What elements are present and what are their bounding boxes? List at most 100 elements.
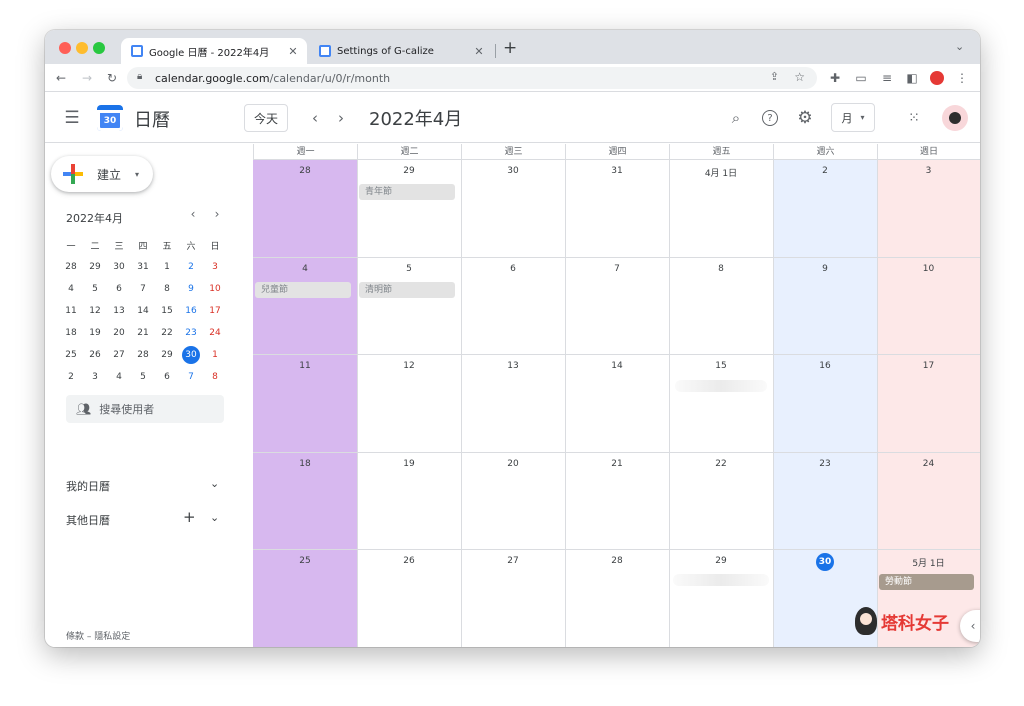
- address-bar[interactable]: 🔒︎ calendar.google.com/calendar/u/0/r/mo…: [127, 67, 817, 89]
- today-button[interactable]: 今天: [244, 104, 288, 132]
- mini-calendar-day[interactable]: 27: [107, 344, 131, 366]
- day-number[interactable]: 8: [669, 264, 773, 274]
- tab-settings-g-calize[interactable]: Settings of G-calize ✕: [309, 38, 493, 64]
- mini-calendar-day[interactable]: 30: [179, 344, 203, 366]
- mini-calendar-day[interactable]: 18: [59, 322, 83, 344]
- day-number[interactable]: 29: [669, 556, 773, 566]
- blurred-event[interactable]: [675, 380, 767, 392]
- day-number[interactable]: 2: [773, 166, 877, 176]
- mini-next-month-icon[interactable]: ›: [209, 207, 225, 221]
- day-number[interactable]: 28: [565, 556, 669, 566]
- day-number[interactable]: 27: [461, 556, 565, 566]
- mini-calendar-day[interactable]: 29: [155, 344, 179, 366]
- my-calendars-chevron-icon[interactable]: ⌄: [210, 477, 219, 490]
- next-month-chevron-icon[interactable]: ›: [330, 107, 352, 129]
- previous-month-chevron-icon[interactable]: ‹: [304, 107, 326, 129]
- mini-calendar-day[interactable]: 22: [155, 322, 179, 344]
- mini-calendar-day[interactable]: 11: [59, 300, 83, 322]
- mini-calendar-day[interactable]: 14: [131, 300, 155, 322]
- tab-google-calendar[interactable]: Google 日曆 - 2022年4月 ✕: [121, 38, 307, 64]
- mini-calendar-day[interactable]: 1: [203, 344, 227, 366]
- day-number[interactable]: 5月 1日: [877, 556, 980, 569]
- day-number[interactable]: 3: [877, 166, 980, 176]
- mini-calendar-day[interactable]: 9: [179, 278, 203, 300]
- search-users-field[interactable]: 👥︎ 搜尋使用者: [66, 395, 224, 423]
- mini-calendar-day[interactable]: 2: [59, 366, 83, 388]
- other-calendars-header[interactable]: 其他日曆: [66, 512, 110, 528]
- add-calendar-plus-icon[interactable]: +: [183, 508, 196, 526]
- other-calendars-chevron-icon[interactable]: ⌄: [210, 511, 219, 524]
- mini-calendar-day[interactable]: 26: [83, 344, 107, 366]
- mini-calendar-day[interactable]: 10: [203, 278, 227, 300]
- mini-calendar-day[interactable]: 5: [131, 366, 155, 388]
- browser-menu-icon[interactable]: ⋮: [951, 67, 973, 89]
- new-tab-button[interactable]: +: [503, 38, 517, 58]
- mini-calendar-day[interactable]: 19: [83, 322, 107, 344]
- terms-privacy-link[interactable]: 條款 – 隱私設定: [66, 629, 130, 642]
- day-number[interactable]: 7: [565, 264, 669, 274]
- mini-calendar-day[interactable]: 6: [107, 278, 131, 300]
- day-number[interactable]: 15: [669, 361, 773, 371]
- mini-calendar-day[interactable]: 7: [131, 278, 155, 300]
- event-youth-day[interactable]: 青年節: [359, 184, 455, 200]
- day-number[interactable]: 20: [461, 459, 565, 469]
- view-selector-dropdown[interactable]: 月 ▾: [831, 103, 875, 132]
- day-number[interactable]: 29: [357, 166, 461, 176]
- mini-calendar-day[interactable]: 7: [179, 366, 203, 388]
- mini-calendar-day[interactable]: 20: [107, 322, 131, 344]
- settings-gear-icon[interactable]: ⚙: [794, 107, 816, 129]
- close-tab-icon[interactable]: ✕: [471, 45, 487, 58]
- share-icon[interactable]: ⇪: [770, 70, 779, 83]
- mini-calendar-day[interactable]: 29: [83, 256, 107, 278]
- mini-calendar-day[interactable]: 30: [107, 256, 131, 278]
- day-number[interactable]: 19: [357, 459, 461, 469]
- mini-calendar-day[interactable]: 3: [203, 256, 227, 278]
- mini-calendar-day[interactable]: 25: [59, 344, 83, 366]
- profile-avatar-icon[interactable]: [926, 67, 948, 89]
- cast-icon[interactable]: ▭: [850, 67, 872, 89]
- day-number[interactable]: 21: [565, 459, 669, 469]
- mini-calendar-day[interactable]: 15: [155, 300, 179, 322]
- day-number[interactable]: 4: [253, 264, 357, 274]
- day-number[interactable]: 13: [461, 361, 565, 371]
- blurred-event[interactable]: [673, 574, 769, 586]
- day-number[interactable]: 16: [773, 361, 877, 371]
- search-icon[interactable]: ⌕: [725, 107, 747, 129]
- account-avatar[interactable]: [942, 105, 968, 131]
- day-number[interactable]: 11: [253, 361, 357, 371]
- event-tomb-sweeping-day[interactable]: 清明節: [359, 282, 455, 298]
- back-arrow-icon[interactable]: ←: [50, 67, 72, 89]
- day-number[interactable]: 12: [357, 361, 461, 371]
- help-icon[interactable]: ?: [759, 107, 781, 129]
- mini-calendar-day[interactable]: 24: [203, 322, 227, 344]
- minimize-window-button[interactable]: [76, 42, 88, 54]
- mini-calendar-day[interactable]: 13: [107, 300, 131, 322]
- create-button[interactable]: 建立 ▾: [51, 156, 153, 192]
- close-window-button[interactable]: [59, 42, 71, 54]
- mini-calendar-day[interactable]: 28: [59, 256, 83, 278]
- mini-calendar-day[interactable]: 8: [203, 366, 227, 388]
- day-number[interactable]: 26: [357, 556, 461, 566]
- forward-arrow-icon[interactable]: →: [76, 67, 98, 89]
- day-number[interactable]: 9: [773, 264, 877, 274]
- mini-calendar-day[interactable]: 28: [131, 344, 155, 366]
- mini-calendar-day[interactable]: 16: [179, 300, 203, 322]
- mini-calendar-day[interactable]: 6: [155, 366, 179, 388]
- mini-calendar-day[interactable]: 8: [155, 278, 179, 300]
- day-number[interactable]: 30: [461, 166, 565, 176]
- extensions-puzzle-icon[interactable]: ✚: [824, 67, 846, 89]
- day-number[interactable]: 28: [253, 166, 357, 176]
- mini-calendar-day[interactable]: 21: [131, 322, 155, 344]
- apps-grid-icon[interactable]: ⁙: [903, 107, 925, 129]
- day-number[interactable]: 31: [565, 166, 669, 176]
- day-number[interactable]: 17: [877, 361, 980, 371]
- mini-calendar-day[interactable]: 4: [107, 366, 131, 388]
- reload-icon[interactable]: ↻: [101, 67, 123, 89]
- day-number[interactable]: 30: [773, 553, 877, 571]
- mini-calendar-day[interactable]: 23: [179, 322, 203, 344]
- day-number[interactable]: 4月 1日: [669, 166, 773, 179]
- day-number[interactable]: 22: [669, 459, 773, 469]
- mini-calendar-day[interactable]: 5: [83, 278, 107, 300]
- event-labor-day[interactable]: 勞動節: [879, 574, 974, 590]
- bookmark-star-icon[interactable]: ☆: [794, 70, 805, 84]
